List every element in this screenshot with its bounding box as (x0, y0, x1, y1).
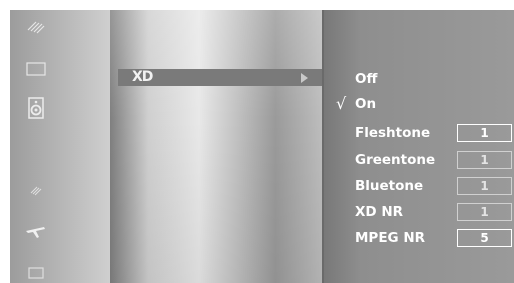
airplane-icon[interactable] (24, 220, 48, 240)
fleshtone-value[interactable]: 1 (457, 124, 512, 142)
xd-nr-value[interactable]: 1 (457, 203, 512, 221)
screen-icon[interactable] (24, 59, 48, 79)
main-menu-iconbar (10, 10, 110, 283)
submenu-option-bluetone[interactable]: Bluetone (355, 176, 423, 196)
submenu-option-off[interactable]: Off (355, 69, 377, 89)
option-icon[interactable] (24, 180, 48, 200)
bluetone-value[interactable]: 1 (457, 177, 512, 195)
menu-item-xd-label: XD (132, 69, 153, 85)
greentone-value[interactable]: 1 (457, 151, 512, 169)
speaker-icon[interactable] (24, 97, 48, 119)
arrow-right-icon (301, 73, 308, 83)
submenu-option-mpeg-nr[interactable]: MPEG NR (355, 228, 425, 248)
tv-osd-screen: XD Off √ On Fleshtone 1 Greentone 1 Blue… (10, 10, 514, 283)
submenu-option-on[interactable]: On (355, 94, 376, 114)
xd-submenu: Off √ On Fleshtone 1 Greentone 1 Blueton… (322, 10, 514, 283)
submenu-option-fleshtone[interactable]: Fleshtone (355, 123, 430, 143)
submenu-option-greentone[interactable]: Greentone (355, 150, 435, 170)
submenu-option-xd-nr[interactable]: XD NR (355, 202, 403, 222)
check-icon: √ (336, 94, 347, 113)
menu-item-xd[interactable]: XD (118, 69, 322, 86)
mpeg-nr-value[interactable]: 5 (457, 229, 512, 247)
lock-icon[interactable] (24, 262, 48, 282)
picture-menu-column: XD (110, 10, 322, 283)
picture-icon[interactable] (24, 16, 48, 36)
